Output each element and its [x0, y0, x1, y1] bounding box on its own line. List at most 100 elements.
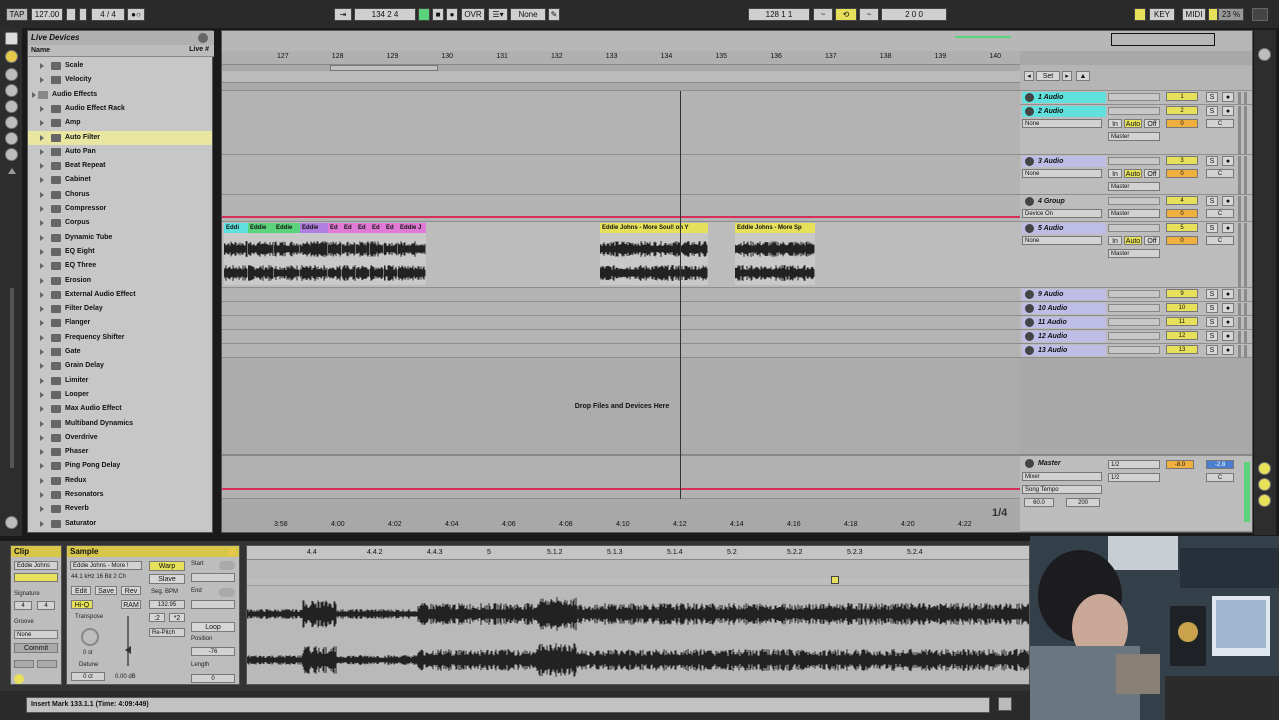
solo-button[interactable]: S — [1206, 223, 1218, 233]
hide-browser-icon[interactable] — [5, 32, 18, 45]
browser-item[interactable]: Overdrive — [28, 431, 212, 445]
browser-item[interactable]: Saturator — [28, 517, 212, 531]
detune-value[interactable]: 0 ct — [71, 672, 105, 681]
audio-clip[interactable]: Eddie — [273, 223, 300, 285]
search-icon[interactable] — [5, 148, 18, 161]
solo-button[interactable]: S — [1206, 106, 1218, 116]
solo-button[interactable]: S — [1206, 303, 1218, 313]
monitor-auto[interactable]: Auto — [1124, 169, 1142, 178]
audio-clip[interactable]: Eddie Johns - More Sp — [734, 223, 815, 285]
expand-arrow-icon[interactable] — [40, 349, 44, 355]
output-select[interactable]: Master — [1108, 209, 1160, 218]
arm-button[interactable]: ● — [1222, 345, 1234, 355]
quantize-icon[interactable]: ☰▾ — [488, 8, 508, 21]
save-button[interactable]: Save — [95, 586, 117, 595]
expand-arrow-icon[interactable] — [40, 506, 44, 513]
edit-button[interactable]: Edit — [71, 586, 91, 595]
transpose-knob[interactable] — [81, 628, 99, 646]
panel-toggle-icon[interactable] — [228, 548, 236, 556]
track-name[interactable]: 11 Audio — [1022, 317, 1106, 328]
bpm-value[interactable]: 132.95 — [149, 600, 185, 609]
track-pan[interactable]: C — [1206, 119, 1234, 128]
track-pan[interactable]: C — [1206, 209, 1234, 218]
browser-item[interactable]: Filter Delay — [28, 302, 212, 316]
track-activator[interactable]: 2 — [1166, 106, 1198, 115]
punch-in-icon[interactable]: ~ — [813, 8, 833, 21]
expand-arrow-icon[interactable] — [40, 248, 44, 255]
monitor-auto[interactable]: Auto — [1124, 236, 1142, 245]
browser-item[interactable]: Scale — [28, 59, 212, 73]
expand-arrow-icon[interactable] — [40, 463, 44, 470]
audio-clip[interactable]: Ed — [327, 223, 342, 285]
track-activator[interactable]: 3 — [1166, 156, 1198, 165]
track-name[interactable]: 9 Audio — [1022, 289, 1106, 300]
start-value[interactable] — [191, 573, 235, 582]
plugins-icon[interactable] — [5, 68, 18, 81]
audio-clip[interactable]: Eddie — [299, 223, 328, 285]
track-lane-9[interactable] — [222, 288, 1020, 302]
input-type[interactable] — [1108, 93, 1160, 101]
clip-activator-icon[interactable] — [14, 674, 24, 684]
scroll-up-icon[interactable] — [8, 168, 16, 174]
monitor-off[interactable]: Off — [1144, 236, 1160, 245]
nudge-icon[interactable] — [66, 8, 76, 21]
browser-item[interactable]: Auto Filter — [28, 130, 212, 145]
browser-item[interactable]: External Audio Effect — [28, 288, 212, 302]
master-output[interactable]: 1/2 — [1108, 473, 1160, 482]
expand-arrow-icon[interactable] — [40, 148, 44, 155]
groove-select[interactable]: None — [14, 630, 58, 639]
metronome-icon[interactable]: ●○ — [127, 8, 145, 21]
loop-length[interactable]: 2 0 0 — [881, 8, 947, 21]
arm-button[interactable]: ● — [1222, 92, 1234, 102]
expand-arrow-icon[interactable] — [40, 277, 44, 284]
track-volume[interactable]: 0 — [1166, 119, 1198, 128]
draw-mode-icon[interactable]: ✎ — [548, 8, 560, 21]
solo-button[interactable]: S — [1206, 331, 1218, 341]
forward-icon[interactable]: ▸ — [1062, 71, 1072, 81]
expand-arrow-icon[interactable] — [40, 120, 44, 127]
status-icon[interactable] — [998, 697, 1012, 711]
mixer-select[interactable]: Mixer — [1022, 472, 1102, 481]
input-select[interactable]: Device On — [1022, 209, 1102, 218]
expand-arrow-icon[interactable] — [40, 492, 44, 498]
expand-arrow-icon[interactable] — [40, 377, 44, 384]
browser-item[interactable]: EQ Eight — [28, 245, 212, 259]
reverse-button[interactable]: Rev — [121, 586, 141, 595]
overview-strip[interactable] — [222, 31, 1252, 51]
expand-arrow-icon[interactable] — [40, 363, 44, 370]
loop-switch-icon[interactable]: ⟲ — [835, 8, 857, 21]
position-value[interactable]: -76 — [191, 647, 235, 656]
master-volume[interactable]: -8.0 — [1166, 460, 1194, 469]
song-tempo-select[interactable]: Song Tempo — [1022, 485, 1102, 494]
track-volume[interactable]: 0 — [1166, 169, 1198, 178]
locator-lane[interactable] — [222, 71, 1020, 83]
key-map-button[interactable]: KEY — [1149, 8, 1175, 21]
browser-item[interactable]: Ping Pong Delay — [28, 459, 212, 473]
scrollbar[interactable] — [10, 288, 14, 468]
sig-numerator[interactable]: 4 — [14, 601, 32, 610]
browser-item[interactable]: Cabinet — [28, 173, 212, 187]
expand-arrow-icon[interactable] — [40, 163, 44, 170]
fold-icon[interactable] — [1025, 304, 1034, 313]
expand-arrow-icon[interactable] — [40, 306, 44, 313]
expand-arrow-icon[interactable] — [40, 220, 44, 227]
browser-item[interactable]: Flanger — [28, 316, 212, 330]
warp-marker[interactable] — [831, 576, 839, 584]
devices-icon[interactable] — [5, 50, 18, 63]
loop-button[interactable]: Loop — [191, 622, 235, 632]
set-button[interactable]: Set — [1036, 71, 1060, 81]
arm-button[interactable]: ● — [1222, 106, 1234, 116]
fold-icon[interactable] — [1025, 459, 1034, 468]
track-volume[interactable]: 0 — [1166, 209, 1198, 218]
track-pan[interactable]: C — [1206, 236, 1234, 245]
record-button[interactable]: ● — [446, 8, 458, 21]
browser-item[interactable]: Audio Effect Rack — [28, 102, 212, 116]
io-toggle-icon[interactable] — [1258, 462, 1271, 475]
warp-mode-select[interactable]: Re-Pitch — [149, 628, 185, 637]
monitor-in[interactable]: In — [1108, 119, 1122, 128]
expand-arrow-icon[interactable] — [40, 134, 44, 141]
places-icon[interactable] — [5, 84, 18, 97]
expand-arrow-icon[interactable] — [40, 291, 44, 298]
browser-item[interactable]: EQ Three — [28, 259, 212, 273]
track-activator[interactable]: 10 — [1166, 303, 1198, 312]
